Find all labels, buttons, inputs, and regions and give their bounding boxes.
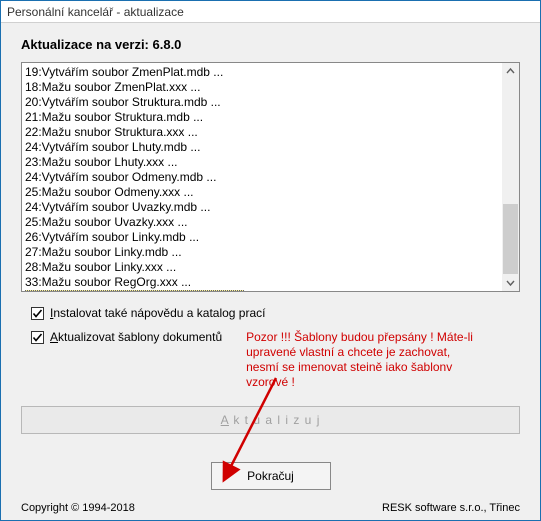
- client-area: Aktualizace na verzi: 6.8.0 19:Vytvářím …: [1, 23, 540, 520]
- chevron-down-icon: [506, 278, 515, 287]
- log-line[interactable]: 18:Mažu soubor ZmenPlat.xxx ...: [25, 80, 499, 95]
- copyright-text: Copyright © 1994-2018: [21, 502, 135, 514]
- log-line[interactable]: 23:Mažu soubor Lhuty.xxx ...: [25, 155, 499, 170]
- log-line[interactable]: 25:Mažu soubor Odmeny.xxx ...: [25, 185, 499, 200]
- checkbox-install-help-label: Instalovat také nápovědu a katalog prací: [50, 306, 266, 320]
- scroll-down-button[interactable]: [502, 274, 519, 291]
- log-line[interactable]: 28:Mažu soubor Linky.xxx ...: [25, 260, 499, 275]
- checkbox-row-templates: Aktualizovat šablony dokumentů Pozor !!!…: [21, 330, 520, 390]
- log-line[interactable]: 20:Vytvářím soubor Struktura.mdb ...: [25, 95, 499, 110]
- footer: Copyright © 1994-2018 RESK software s.r.…: [21, 502, 520, 514]
- scrollbar-thumb[interactable]: [503, 204, 518, 274]
- scrollbar-vertical[interactable]: [502, 63, 519, 291]
- continue-button[interactable]: Pokračuj: [211, 462, 331, 490]
- scroll-up-button[interactable]: [502, 63, 519, 80]
- checkbox-update-templates-label: Aktualizovat šablony dokumentů: [50, 330, 222, 344]
- checkbox-row-help: Instalovat také nápovědu a katalog prací: [21, 306, 520, 320]
- log-line[interactable]: 24:Vytvářím soubor Odmeny.mdb ...: [25, 170, 499, 185]
- log-line-done[interactable]: Aktualizace na verzi 6.8.0 provedena ...…: [25, 290, 244, 291]
- log-line[interactable]: 26:Vytvářím soubor Linky.mdb ...: [25, 230, 499, 245]
- window-title: Personální kancelář - aktualizace: [7, 5, 184, 19]
- log-line[interactable]: 22:Mažu snubor Struktura.xxx ...: [25, 125, 499, 140]
- checkbox-install-help[interactable]: [31, 307, 44, 320]
- continue-button-label: Pokračuj: [247, 469, 294, 483]
- titlebar: Personální kancelář - aktualizace: [1, 1, 540, 23]
- chevron-up-icon: [506, 67, 515, 76]
- check-icon: [32, 308, 43, 319]
- checkbox-update-templates[interactable]: [31, 331, 44, 344]
- log-line[interactable]: 24:Vytvářím soubor Lhuty.mdb ...: [25, 140, 499, 155]
- continue-button-wrap: Pokračuj: [21, 462, 520, 490]
- log-line[interactable]: 19:Vytvářím soubor ZmenPlat.mdb ...: [25, 65, 499, 80]
- vendor-text: RESK software s.r.o., Třinec: [382, 502, 520, 514]
- update-button-disabled: A k t u a l i z u j: [21, 406, 520, 434]
- app-window: Personální kancelář - aktualizace Aktual…: [0, 0, 541, 521]
- check-icon: [32, 332, 43, 343]
- log-line[interactable]: 25:Mažu soubor Uvazky.xxx ...: [25, 215, 499, 230]
- log-line[interactable]: 27:Mažu soubor Linky.mdb ...: [25, 245, 499, 260]
- page-title: Aktualizace na verzi: 6.8.0: [21, 37, 520, 52]
- warning-text: Pozor !!! Šablony budou přepsány ! Máte-…: [246, 330, 476, 390]
- log-listbox[interactable]: 19:Vytvářím soubor ZmenPlat.mdb ... 18:M…: [21, 62, 520, 292]
- log-line[interactable]: 33:Mažu soubor RegOrg.xxx ...: [25, 275, 499, 290]
- log-lines: 19:Vytvářím soubor ZmenPlat.mdb ... 18:M…: [22, 63, 502, 291]
- log-line[interactable]: 24:Vytvářím soubor Uvazky.mdb ...: [25, 200, 499, 215]
- log-line[interactable]: 21:Mažu soubor Struktura.mdb ...: [25, 110, 499, 125]
